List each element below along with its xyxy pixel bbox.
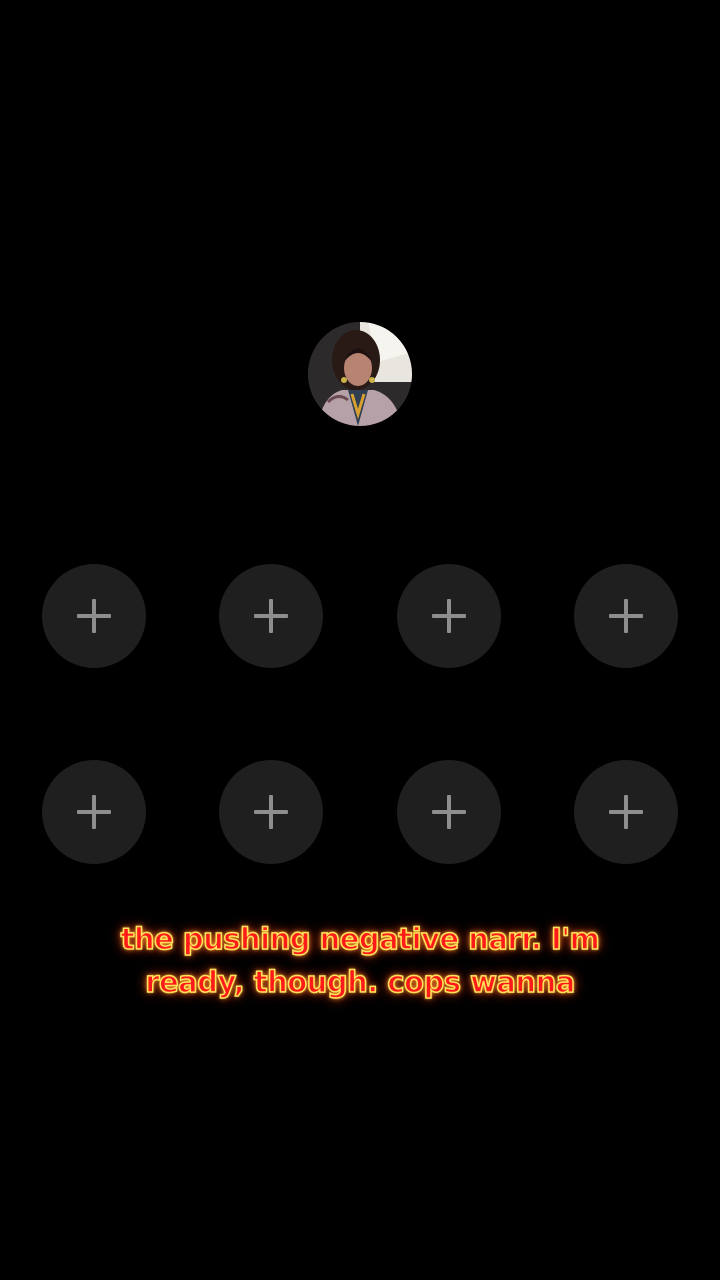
- add-guest-slot-2[interactable]: [219, 564, 323, 668]
- caption-line-1: the pushing negative narr. I'm: [120, 921, 601, 957]
- live-caption: the pushing negative narr. I'm ready, th…: [40, 918, 680, 1004]
- plus-icon: [254, 795, 288, 829]
- host-avatar[interactable]: [308, 322, 412, 426]
- add-guest-slot-6[interactable]: [219, 760, 323, 864]
- add-guest-slot-5[interactable]: [42, 760, 146, 864]
- host-avatar-image: [308, 322, 412, 426]
- add-guest-slot-1[interactable]: [42, 564, 146, 668]
- plus-icon: [432, 795, 466, 829]
- add-guest-slot-4[interactable]: [574, 564, 678, 668]
- plus-icon: [254, 599, 288, 633]
- plus-icon: [77, 795, 111, 829]
- plus-icon: [609, 795, 643, 829]
- add-guest-slot-7[interactable]: [397, 760, 501, 864]
- caption-line-2: ready, though. cops wanna: [144, 964, 576, 1000]
- plus-icon: [432, 599, 466, 633]
- plus-icon: [609, 599, 643, 633]
- plus-icon: [77, 599, 111, 633]
- add-guest-slot-3[interactable]: [397, 564, 501, 668]
- add-guest-slot-8[interactable]: [574, 760, 678, 864]
